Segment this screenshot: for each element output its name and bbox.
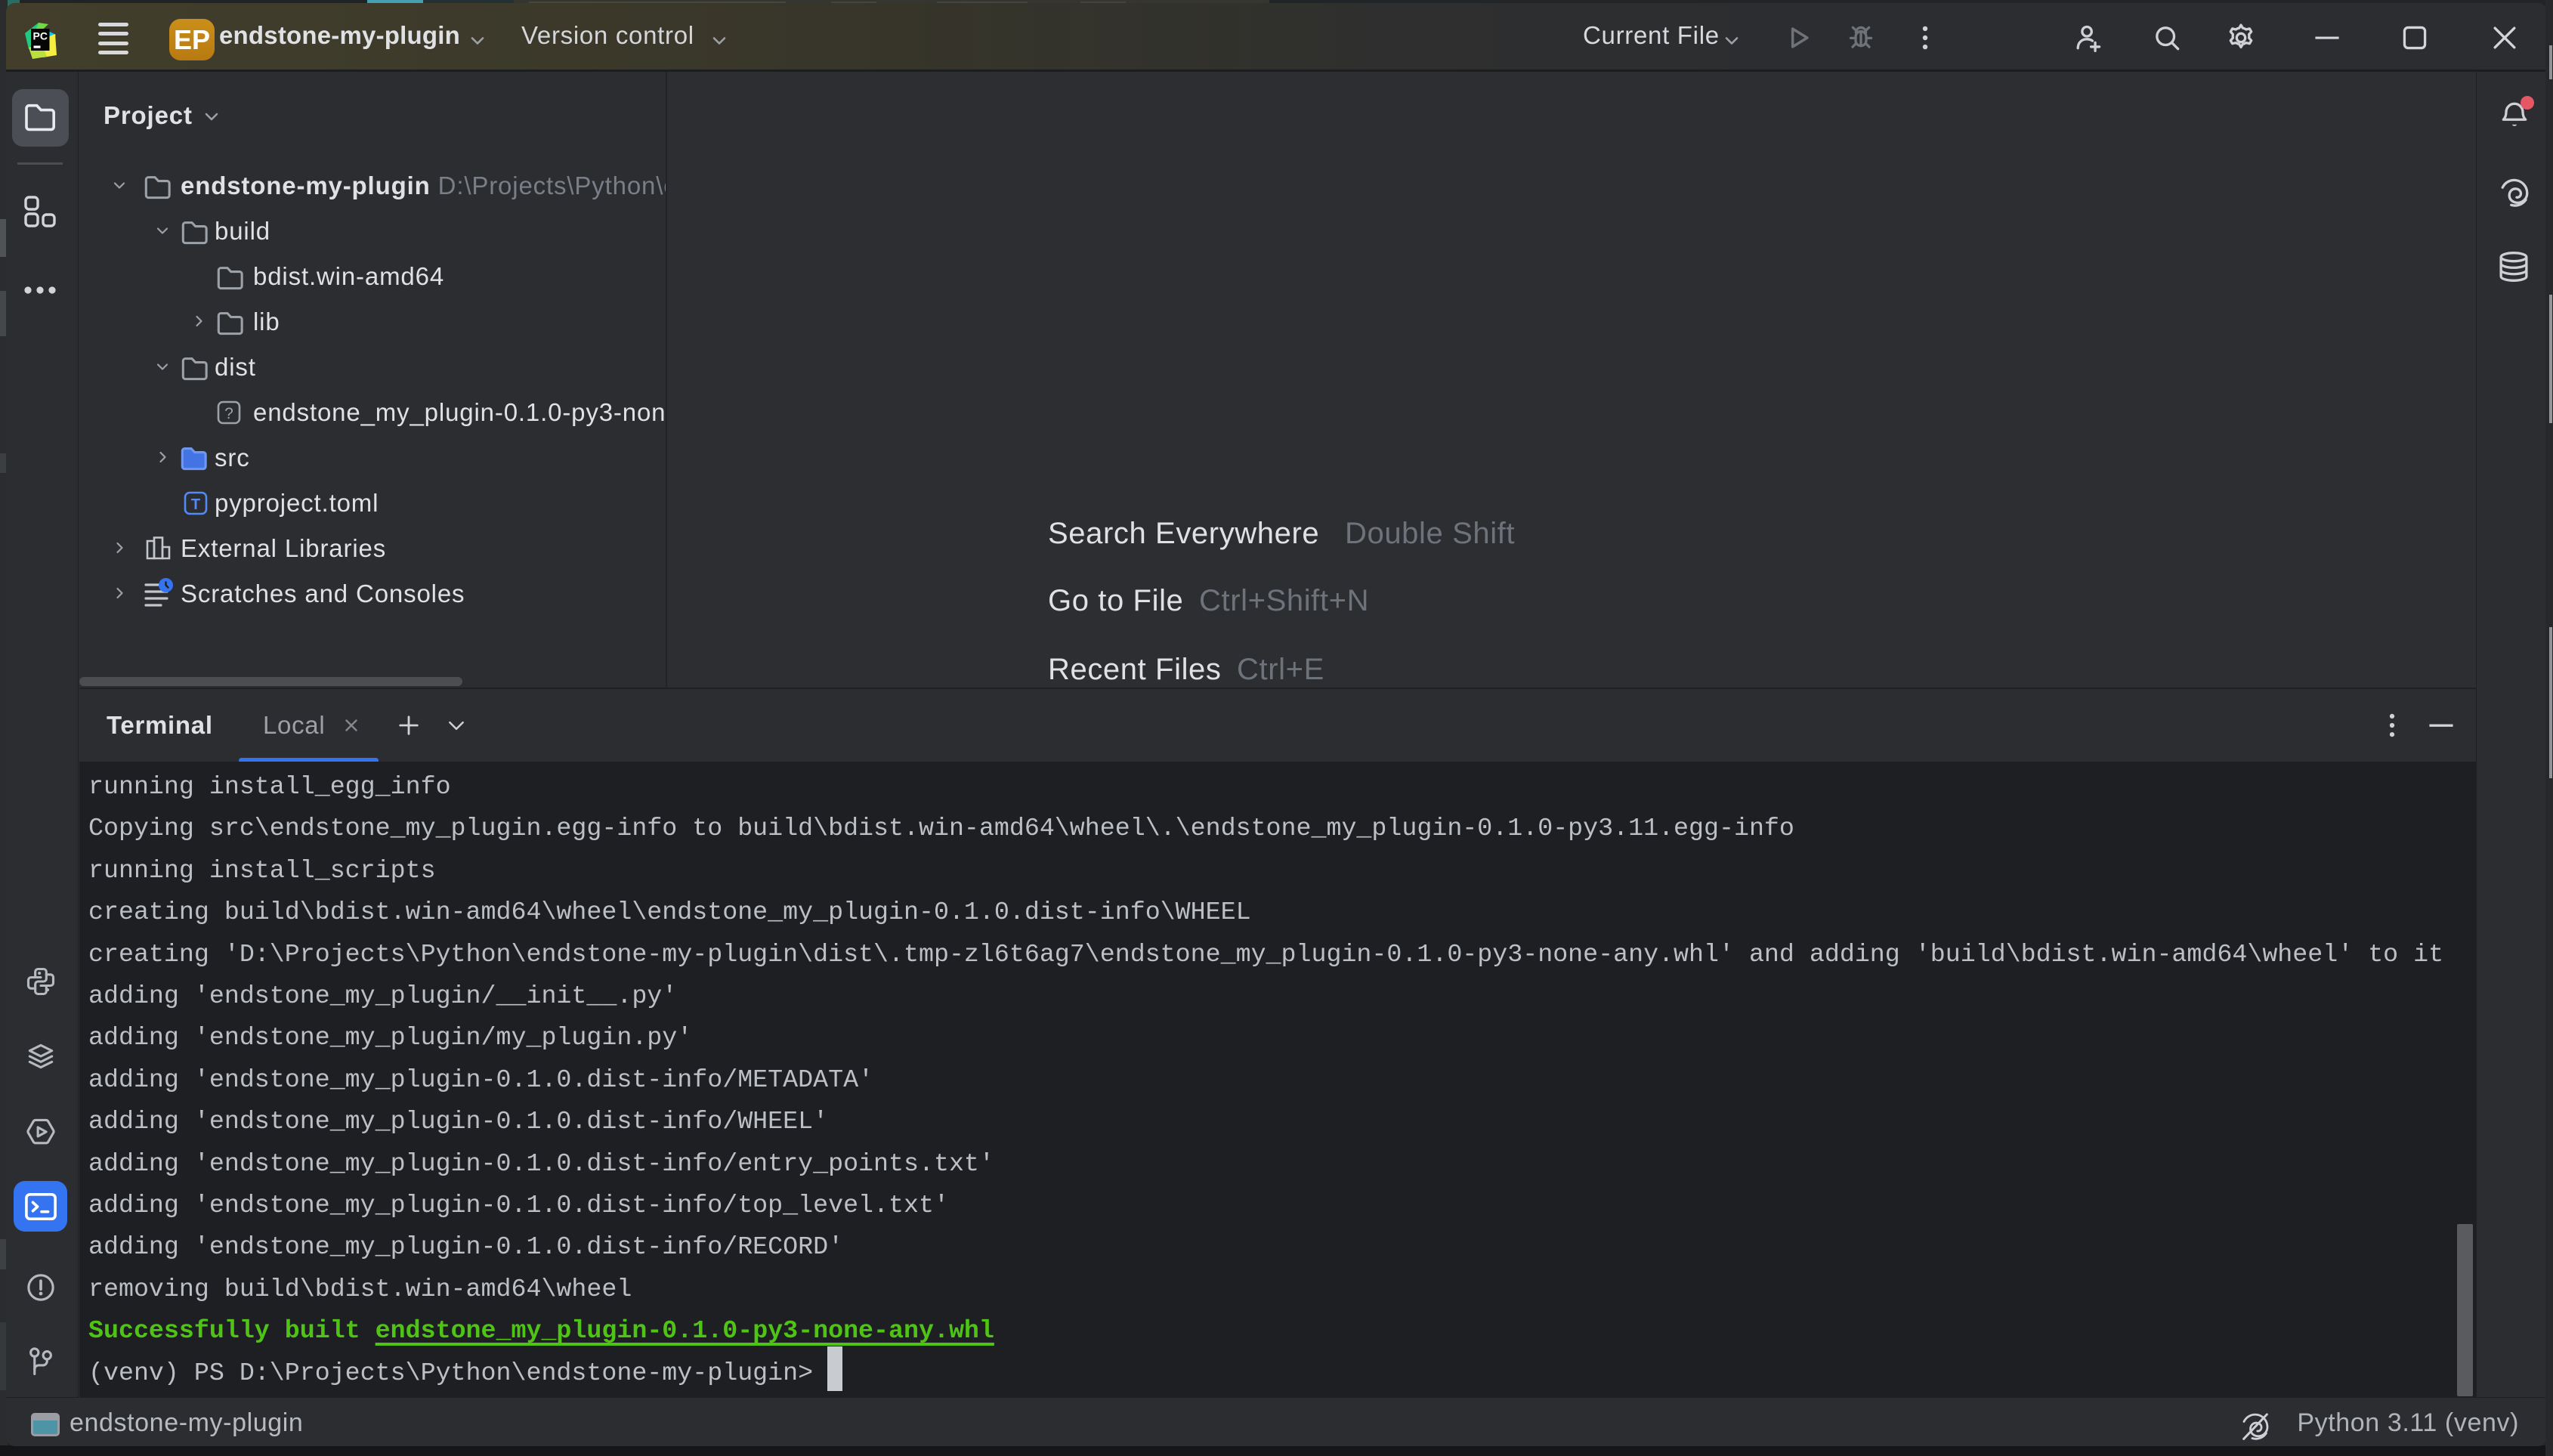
svg-text:PC: PC [33,30,48,42]
svg-text:?: ? [224,405,233,422]
svg-text:T: T [191,496,200,513]
